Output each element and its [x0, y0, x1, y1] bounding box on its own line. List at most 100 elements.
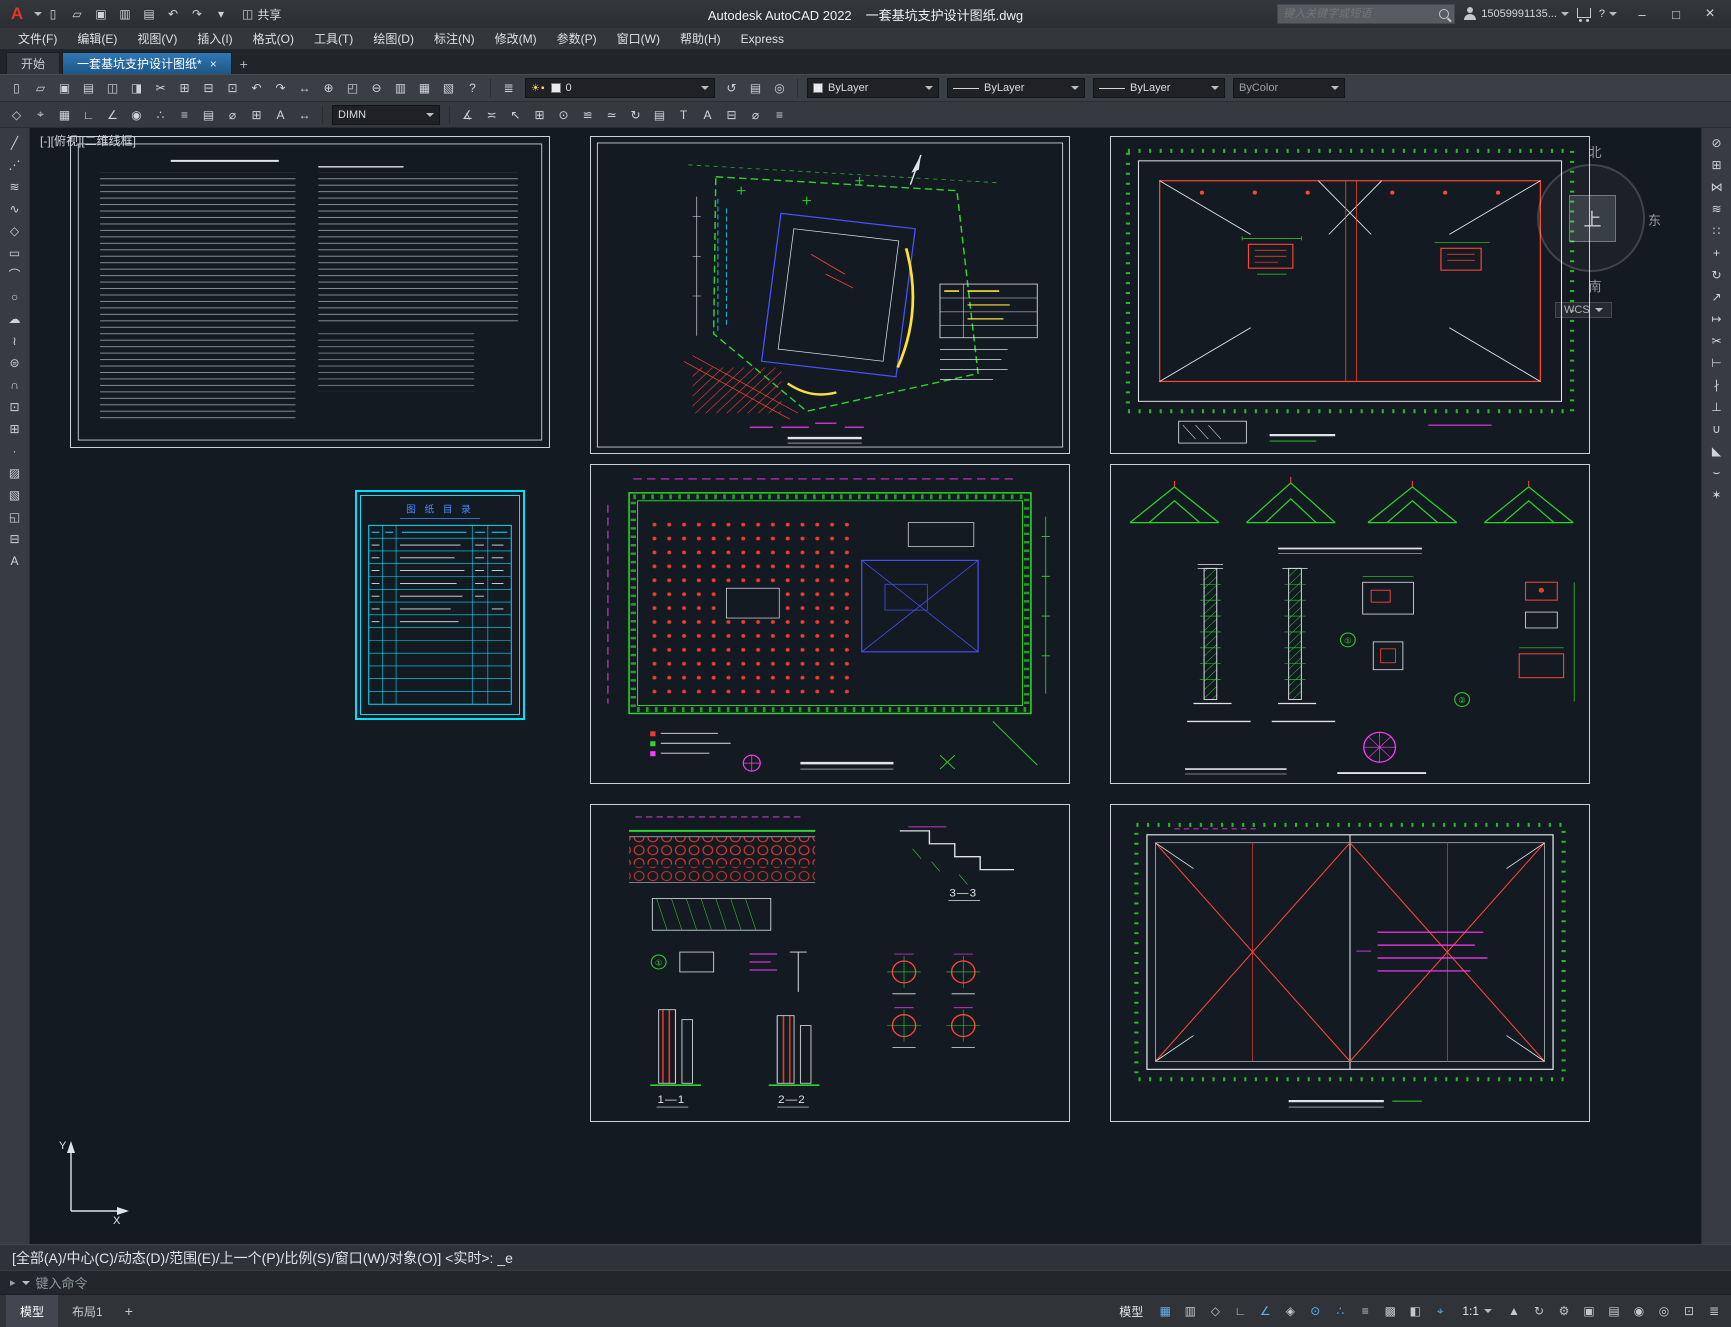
view-compass[interactable]: 北 东 南 上 WCS	[1525, 138, 1665, 330]
insert-block-icon[interactable]: ⊡	[4, 397, 26, 416]
plot-icon[interactable]: ▤	[138, 3, 160, 25]
lineweight-icon[interactable]: ≡	[173, 104, 196, 125]
snap-icon[interactable]: ⌖	[29, 104, 52, 125]
ellipse-arc-icon[interactable]: ∩	[4, 375, 26, 394]
grid-icon[interactable]: ▦	[53, 104, 76, 125]
tab-layout1[interactable]: 布局1	[58, 1295, 117, 1327]
dim-aligned-icon[interactable]: ∡	[456, 104, 479, 125]
undo-icon[interactable]: ↶	[162, 3, 184, 25]
help-menu[interactable]: ?	[1599, 8, 1617, 20]
mtext-icon[interactable]: A	[696, 104, 719, 125]
qat-customize-icon[interactable]: ▾	[210, 3, 232, 25]
publish-icon[interactable]: ◨	[125, 78, 148, 99]
menu-parametric[interactable]: 参数(P)	[547, 28, 607, 50]
zoom-realtime-icon[interactable]: ⊕	[317, 78, 340, 99]
account-menu[interactable]: 15059991135...	[1463, 7, 1569, 21]
compass-south-label[interactable]: 南	[1525, 276, 1665, 295]
save-icon[interactable]: ▣	[53, 78, 76, 99]
search-box[interactable]	[1277, 4, 1456, 24]
osnap-icon[interactable]: ◉	[125, 104, 148, 125]
explode-icon[interactable]: ✶	[1706, 485, 1728, 504]
dim-edit-icon[interactable]: ≌	[576, 104, 599, 125]
polyline-icon[interactable]: ∿	[4, 199, 26, 218]
autoscale-icon[interactable]: ↻	[1528, 1300, 1550, 1322]
distance-icon[interactable]: ⌀	[744, 104, 767, 125]
lineweight-icon[interactable]: ≡	[1354, 1300, 1376, 1322]
menu-file[interactable]: 文件(F)	[8, 28, 67, 50]
otrack-icon[interactable]: ∴	[1329, 1300, 1351, 1322]
dim-style-select[interactable]: DIMN	[332, 104, 440, 125]
create-block-icon[interactable]: ⊞	[4, 419, 26, 438]
region-icon[interactable]: ◱	[4, 507, 26, 526]
layer-previous-icon[interactable]: ↺	[720, 78, 743, 99]
join-icon[interactable]: ∪	[1706, 419, 1728, 438]
selection-cycling-icon[interactable]: ◧	[1404, 1300, 1426, 1322]
command-input-row[interactable]: ▸ 键入命令	[0, 1270, 1731, 1294]
cut-icon[interactable]: ✂	[149, 78, 172, 99]
text-style-icon[interactable]: T	[672, 104, 695, 125]
open-icon[interactable]: ▱	[29, 78, 52, 99]
search-icon[interactable]	[1439, 9, 1450, 19]
dynamic-input-icon[interactable]: ⌖	[1429, 1300, 1451, 1322]
dim-update-icon[interactable]: ↻	[624, 104, 647, 125]
line-icon[interactable]: ╱	[4, 133, 26, 152]
new-file-icon[interactable]: ▯	[42, 3, 64, 25]
app-menu-caret-icon[interactable]	[34, 12, 42, 16]
lineweight-select[interactable]: ByLayer	[1093, 78, 1225, 98]
sheet-monitoring-plan[interactable]	[1110, 804, 1590, 1122]
save-icon[interactable]: ▣	[90, 3, 112, 25]
polar-tracking-icon[interactable]: ∠	[1254, 1300, 1276, 1322]
ortho-icon[interactable]: ∟	[77, 104, 100, 125]
menu-window[interactable]: 窗口(W)	[607, 28, 670, 50]
layer-select[interactable]: ☀▪ 0	[525, 78, 715, 98]
construction-line-icon[interactable]: ⋰	[4, 155, 26, 174]
menu-express[interactable]: Express	[731, 28, 794, 50]
offset-icon[interactable]: ≋	[1706, 199, 1728, 218]
tab-start[interactable]: 开始	[6, 52, 61, 74]
layer-states-icon[interactable]: ▤	[744, 78, 767, 99]
layer-isolate-icon[interactable]: ◎	[768, 78, 791, 99]
table-style-icon[interactable]: ⊟	[720, 104, 743, 125]
help-icon[interactable]: ?	[461, 78, 484, 99]
snap-icon[interactable]: ▥	[1179, 1300, 1201, 1322]
ellipse-icon[interactable]: ⊜	[4, 353, 26, 372]
scale-icon[interactable]: ↗	[1706, 287, 1728, 306]
dim-text-edit-icon[interactable]: ≃	[600, 104, 623, 125]
erase-icon[interactable]: ⊘	[1706, 133, 1728, 152]
quick-properties-icon[interactable]: ▤	[1603, 1300, 1625, 1322]
break-icon[interactable]: ∤	[1706, 375, 1728, 394]
menu-format[interactable]: 格式(O)	[243, 28, 304, 50]
text-icon[interactable]: A	[269, 104, 292, 125]
sheet-general-notes[interactable]	[70, 136, 550, 448]
gradient-icon[interactable]: ▧	[4, 485, 26, 504]
break-at-point-icon[interactable]: ⊥	[1706, 397, 1728, 416]
circle-icon[interactable]: ○	[4, 287, 26, 306]
redo-icon[interactable]: ↷	[186, 3, 208, 25]
plot-preview-icon[interactable]: ◫	[101, 78, 124, 99]
redo-icon[interactable]: ↷	[269, 78, 292, 99]
otrack-icon[interactable]: ∴	[149, 104, 172, 125]
table-icon[interactable]: ⊟	[4, 529, 26, 548]
new-file-icon[interactable]: ▯	[5, 78, 28, 99]
new-tab-button[interactable]: +	[234, 54, 254, 74]
copy-icon[interactable]: ⊞	[173, 78, 196, 99]
minimize-button[interactable]: –	[1625, 0, 1659, 28]
leader-icon[interactable]: ↖	[504, 104, 527, 125]
tool-palettes-icon[interactable]: ▧	[437, 78, 460, 99]
dim-linear-icon[interactable]: ↔	[293, 104, 316, 125]
extend-icon[interactable]: ⊢	[1706, 353, 1728, 372]
pan-icon[interactable]: ↔	[293, 78, 316, 99]
plot-style-select[interactable]: ByColor	[1233, 78, 1345, 98]
clean-screen-icon[interactable]: ⊡	[1678, 1300, 1700, 1322]
polar-icon[interactable]: ∠	[101, 104, 124, 125]
compass-north-label[interactable]: 北	[1525, 142, 1665, 161]
array-icon[interactable]: ∷	[1706, 221, 1728, 240]
sheet-pile-plan[interactable]	[590, 464, 1070, 784]
grid-icon[interactable]: ▦	[1154, 1300, 1176, 1322]
viewport-controls[interactable]: [-][俯视][二维线框]	[40, 132, 136, 149]
rotate-icon[interactable]: ↻	[1706, 265, 1728, 284]
annotation-monitor-icon[interactable]: ▣	[1578, 1300, 1600, 1322]
paste-icon[interactable]: ⊟	[197, 78, 220, 99]
customization-icon[interactable]: ≣	[1703, 1300, 1725, 1322]
isodraft-icon[interactable]: ◈	[1279, 1300, 1301, 1322]
